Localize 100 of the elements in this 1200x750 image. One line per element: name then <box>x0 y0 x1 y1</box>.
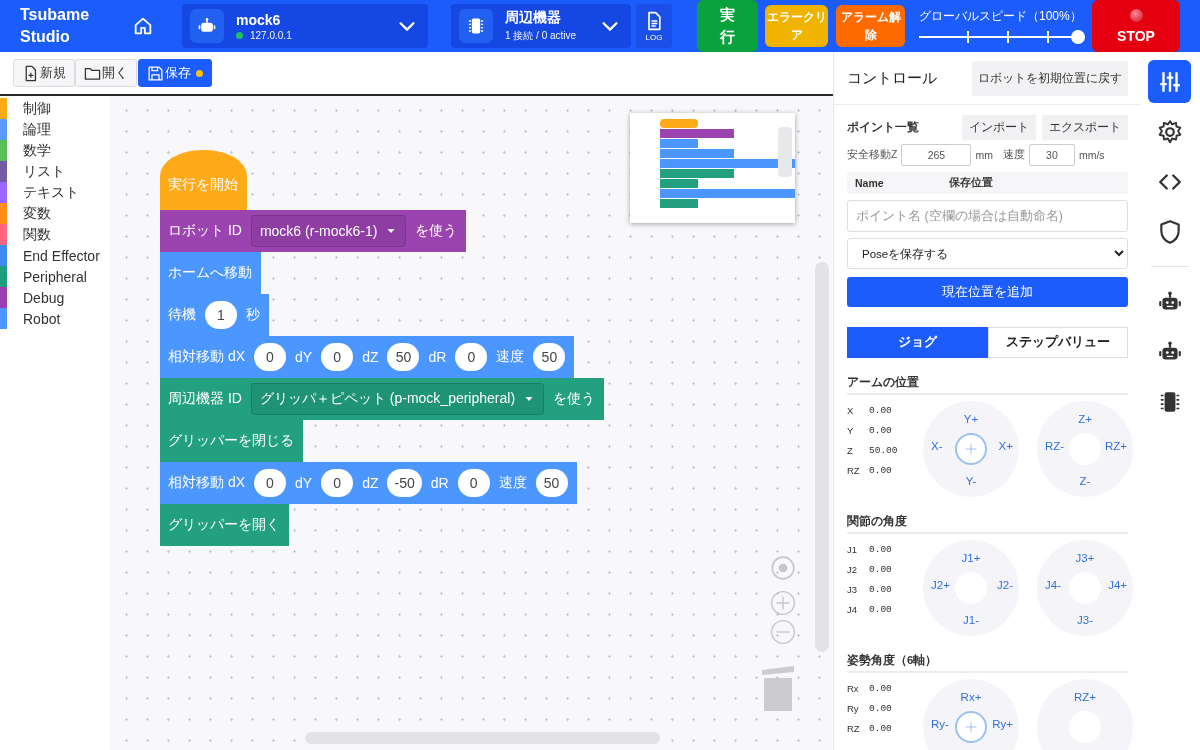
number-input[interactable]: 50 <box>533 343 566 371</box>
pose-select[interactable]: Poseを保存する <box>847 238 1128 269</box>
number-input[interactable]: 0 <box>254 343 286 371</box>
category-item[interactable]: 論理 <box>0 119 110 140</box>
jog-button[interactable]: J4- <box>1045 579 1061 591</box>
number-input[interactable]: 0 <box>457 469 490 497</box>
reading-label: J3 <box>847 584 859 597</box>
section-title: 関節の角度 <box>847 514 1128 534</box>
mode-tab[interactable]: ステップバリュー <box>987 327 1128 358</box>
block-label: dY <box>295 475 313 491</box>
zoom-out-button[interactable] <box>770 619 796 645</box>
category-item[interactable]: Peripheral <box>0 266 110 287</box>
code-block[interactable]: 周辺機器 ID グリッパ＋ピペット (p-mock_peripheral) を使う <box>160 378 605 420</box>
jog-button[interactable]: Y+ <box>923 413 1019 425</box>
point-name-field[interactable]: ポイント名 (空欄の場合は自動命名) <box>847 200 1128 232</box>
jog-button[interactable]: J4+ <box>1108 579 1127 591</box>
jog-button[interactable]: Ry+ <box>992 718 1013 730</box>
import-button[interactable]: インポート <box>962 115 1036 140</box>
category-item[interactable]: Robot <box>0 308 110 329</box>
jog-button[interactable]: RZ+ <box>1037 691 1133 703</box>
category-item[interactable]: End Effector <box>0 245 110 266</box>
jog-button[interactable]: RZ- <box>1045 440 1065 452</box>
number-input[interactable]: 0 <box>455 343 488 371</box>
reading-label: Y <box>847 425 855 438</box>
jog-button[interactable]: J1- <box>923 614 1019 626</box>
code-block[interactable]: 待機 1 秒 <box>160 294 269 336</box>
jog-button[interactable]: J2+ <box>931 579 950 591</box>
number-input[interactable]: 0 <box>254 469 286 497</box>
jog-button[interactable]: J3+ <box>1037 552 1133 564</box>
input-field[interactable]: 265 <box>901 144 972 166</box>
number-input[interactable]: 0 <box>321 469 354 497</box>
block-label: dY <box>295 349 313 365</box>
unit-label: mm/s <box>1078 149 1105 161</box>
center-button[interactable] <box>955 433 987 465</box>
block-label: 相対移動 dX <box>168 348 245 366</box>
robot-name: mock6 <box>236 11 282 28</box>
block-dropdown[interactable]: mock6 (r-mock6-1) <box>250 215 407 247</box>
jog-button[interactable]: J3- <box>1037 614 1133 626</box>
number-input[interactable]: -50 <box>387 469 422 497</box>
export-button[interactable]: エクスポート <box>1042 115 1128 140</box>
block-label: グリッパーを閉じる <box>168 432 294 450</box>
log-button[interactable]: LOG <box>636 4 672 48</box>
category-item[interactable]: 制御 <box>0 98 110 119</box>
jog-button[interactable]: Ry- <box>931 718 949 730</box>
jog-button[interactable]: RZ+ <box>1104 440 1127 452</box>
reading-label: Ry <box>847 703 860 716</box>
reset-position-button[interactable]: ロボットを初期位置に戻す <box>972 60 1128 96</box>
number-input[interactable]: 50 <box>387 343 420 371</box>
category-item[interactable]: 関数 <box>0 224 110 245</box>
save-button[interactable]: 保存 <box>138 59 212 87</box>
reading-value: 0.00 <box>869 405 892 418</box>
center-button[interactable] <box>955 711 987 743</box>
number-input[interactable]: 1 <box>205 301 237 329</box>
reading-label: Rx <box>847 683 860 696</box>
block-label: 速度 <box>496 348 525 366</box>
code-block[interactable]: 相対移動 dX 0 dY 0 dZ 50 dR 0 速度 50 <box>160 336 575 378</box>
reading-label: RZ <box>847 465 861 478</box>
jog-button[interactable]: J2- <box>997 579 1013 591</box>
number-input[interactable]: 50 <box>535 469 568 497</box>
jog-button[interactable]: X- <box>931 440 943 452</box>
number-input[interactable]: 0 <box>321 343 354 371</box>
category-item[interactable]: Debug <box>0 287 110 308</box>
reading-label: J2 <box>847 564 859 577</box>
open-button[interactable]: 開く <box>75 59 137 87</box>
jog-button[interactable]: Y- <box>923 475 1019 487</box>
block-label: ホームへ移動 <box>168 264 252 282</box>
stop-button[interactable]: STOP <box>1092 0 1180 52</box>
category-item[interactable]: リスト <box>0 161 110 182</box>
category-item[interactable]: 変数 <box>0 203 110 224</box>
lamp-icon <box>1129 8 1143 22</box>
slider-thumb[interactable] <box>1071 30 1085 44</box>
input-field[interactable]: 30 <box>1028 144 1075 166</box>
plus-icon <box>963 441 979 457</box>
jog-button[interactable]: Z- <box>1037 475 1133 487</box>
mode-tab[interactable]: ジョグ <box>847 327 988 358</box>
code-block[interactable]: 相対移動 dX 0 dY 0 dZ -50 dR 0 速度 50 <box>160 462 577 504</box>
rail-button[interactable] <box>1148 60 1191 103</box>
new-button[interactable]: 新規 <box>13 59 75 87</box>
add-position-button[interactable]: 現在位置を追加 <box>847 277 1128 307</box>
zoom-in-button[interactable] <box>770 590 796 616</box>
code-block[interactable]: ロボット ID mock6 (r-mock6-1) を使う <box>160 210 467 252</box>
reading-label: X <box>847 405 855 418</box>
home-button[interactable] <box>132 15 154 37</box>
reading-value: 0.00 <box>869 564 892 577</box>
jog-button[interactable]: Rx+ <box>923 691 1019 703</box>
reading-value: 50.00 <box>869 445 898 458</box>
robot-selector[interactable]: mock6 127.0.0.1 <box>182 4 428 48</box>
trash-icon[interactable] <box>760 664 796 712</box>
peripheral-selector[interactable]: 周辺機器 1 接続 / 0 active <box>451 4 631 48</box>
recenter-button[interactable] <box>770 555 796 581</box>
jog-button[interactable]: J1+ <box>923 552 1019 564</box>
app-title: Tsubame Studio <box>20 5 91 47</box>
block-label: を使う <box>553 390 596 408</box>
jog-button[interactable]: Z+ <box>1037 413 1133 425</box>
reading-value: 0.00 <box>869 584 892 597</box>
block-dropdown[interactable]: グリッパ＋ピペット (p-mock_peripheral) <box>250 383 545 415</box>
category-item[interactable]: テキスト <box>0 182 110 203</box>
category-item[interactable]: 数学 <box>0 140 110 161</box>
jog-button[interactable]: X+ <box>998 440 1013 452</box>
reading-value: 0.00 <box>869 604 892 617</box>
